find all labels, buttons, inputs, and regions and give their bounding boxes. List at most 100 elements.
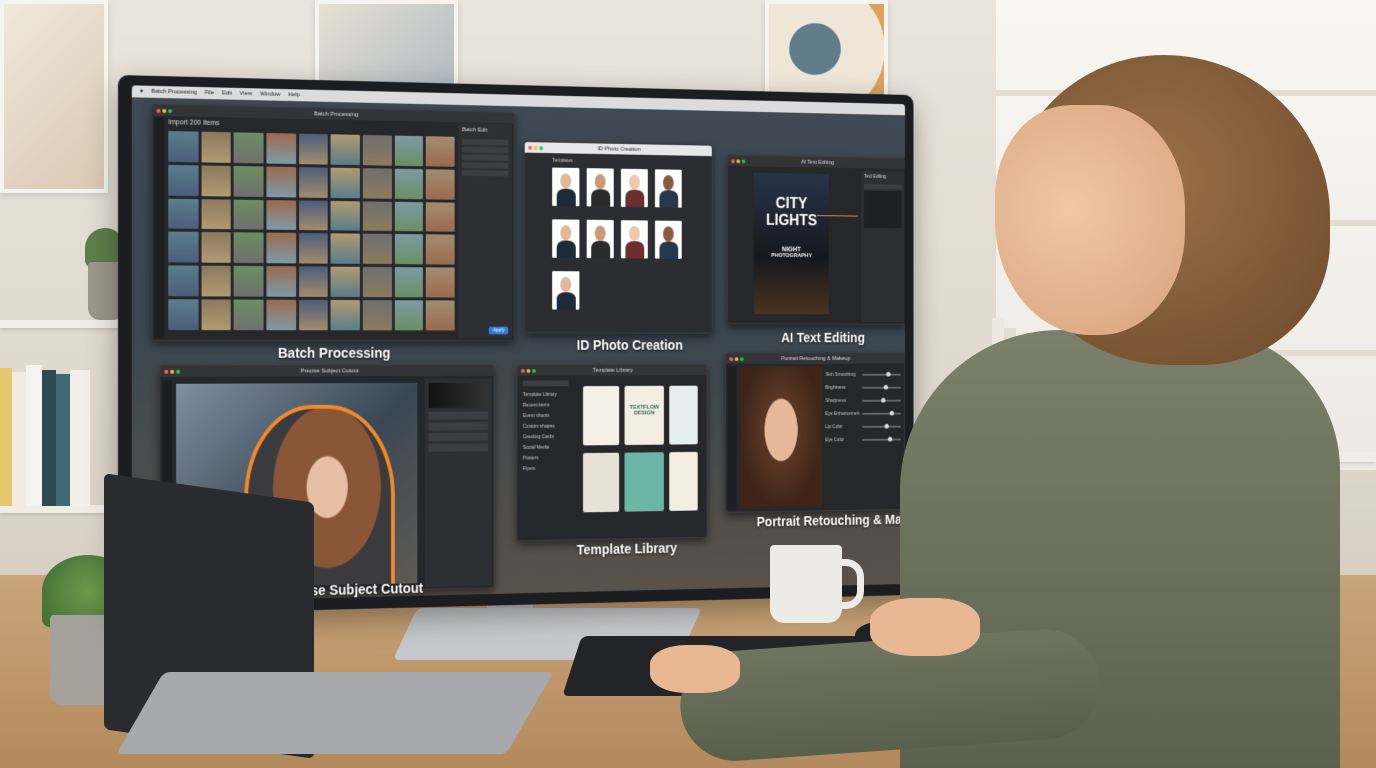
batch-edit-field[interactable] bbox=[462, 162, 508, 169]
id-photo-card[interactable] bbox=[655, 169, 682, 207]
batch-thumbnail[interactable] bbox=[331, 267, 360, 297]
retouch-slider[interactable]: Eye Color bbox=[825, 433, 900, 447]
template-search-input[interactable] bbox=[523, 380, 569, 386]
batch-thumbnail[interactable] bbox=[234, 233, 264, 264]
batch-thumbnail[interactable] bbox=[299, 233, 328, 264]
template-card[interactable] bbox=[669, 386, 697, 445]
retouch-slider[interactable]: Lip Color bbox=[825, 420, 900, 434]
batch-thumbnail[interactable] bbox=[299, 267, 328, 297]
layer-row[interactable] bbox=[429, 422, 488, 430]
menu-item-app[interactable]: Batch Processing bbox=[151, 89, 197, 96]
batch-thumbnail[interactable] bbox=[266, 266, 295, 297]
batch-thumbnail[interactable] bbox=[234, 266, 264, 297]
menu-item-help[interactable]: Help bbox=[288, 92, 300, 98]
batch-processing-window[interactable]: Batch Processing Import 200 Items Batch … bbox=[152, 104, 515, 341]
batch-thumbnail[interactable] bbox=[234, 132, 264, 163]
template-card[interactable] bbox=[583, 453, 619, 513]
batch-thumbnail[interactable] bbox=[299, 167, 328, 198]
batch-thumbnail[interactable] bbox=[331, 201, 360, 232]
template-category-item[interactable]: Greeting Cards bbox=[523, 434, 578, 445]
id-photo-window[interactable]: ID Photo Creation Templates bbox=[524, 141, 713, 334]
menu-item-window[interactable]: Window bbox=[260, 91, 281, 97]
batch-thumbnail[interactable] bbox=[168, 198, 198, 229]
template-category-item[interactable]: Recent items bbox=[523, 402, 578, 413]
batch-thumbnail[interactable] bbox=[299, 134, 328, 165]
batch-edit-field[interactable] bbox=[462, 170, 508, 177]
layer-row[interactable] bbox=[429, 412, 488, 420]
batch-edit-field[interactable] bbox=[462, 139, 508, 146]
batch-apply-button[interactable]: Apply bbox=[489, 327, 508, 335]
template-category-item[interactable]: Template Library bbox=[523, 392, 578, 403]
batch-thumbnail[interactable] bbox=[168, 165, 198, 196]
retouch-slider-knob[interactable] bbox=[889, 411, 893, 416]
retouch-slider[interactable]: Eye Enhancement bbox=[825, 407, 900, 421]
id-photo-card[interactable] bbox=[552, 219, 579, 258]
id-photo-card[interactable] bbox=[621, 220, 648, 258]
template-category-item[interactable]: Social Media bbox=[523, 445, 578, 456]
batch-thumbnail[interactable] bbox=[331, 234, 360, 264]
batch-thumbnail[interactable] bbox=[234, 199, 264, 230]
batch-thumbnail[interactable] bbox=[299, 200, 328, 231]
menu-item-view[interactable]: View bbox=[240, 91, 252, 97]
batch-thumbnail[interactable] bbox=[363, 267, 392, 297]
id-photo-card[interactable] bbox=[552, 168, 579, 207]
template-category-item[interactable]: Custom shapes bbox=[523, 423, 578, 434]
layer-row[interactable] bbox=[429, 443, 488, 451]
batch-thumbnail[interactable] bbox=[363, 300, 392, 330]
batch-edit-field[interactable] bbox=[462, 147, 508, 154]
batch-thumbnail[interactable] bbox=[266, 233, 295, 264]
batch-thumbnail[interactable] bbox=[299, 300, 328, 330]
batch-thumbnail[interactable] bbox=[201, 300, 231, 331]
batch-thumbnail[interactable] bbox=[168, 232, 198, 263]
batch-thumbnail[interactable] bbox=[266, 166, 295, 197]
batch-thumbnail[interactable] bbox=[426, 300, 455, 330]
batch-thumbnail[interactable] bbox=[331, 300, 360, 330]
batch-thumbnail[interactable] bbox=[331, 167, 360, 198]
retouch-slider[interactable]: Sharpness bbox=[825, 394, 900, 407]
template-card[interactable] bbox=[625, 452, 664, 511]
batch-thumbnail[interactable] bbox=[363, 234, 392, 264]
batch-thumbnail[interactable] bbox=[395, 300, 424, 330]
batch-thumbnail[interactable] bbox=[234, 166, 264, 197]
template-category-item[interactable]: Event shoots bbox=[523, 413, 578, 424]
layer-row[interactable] bbox=[429, 433, 488, 441]
retouch-slider[interactable]: Brightness bbox=[825, 381, 900, 394]
batch-thumbnail[interactable] bbox=[201, 232, 231, 263]
batch-thumbnail[interactable] bbox=[201, 165, 231, 196]
batch-thumbnail[interactable] bbox=[363, 135, 392, 166]
retouch-slider-knob[interactable] bbox=[886, 372, 890, 377]
batch-thumbnail[interactable] bbox=[395, 267, 424, 297]
menu-item-file[interactable]: File bbox=[205, 90, 214, 96]
id-photo-card[interactable] bbox=[587, 220, 614, 258]
apple-icon[interactable]: ● bbox=[140, 89, 144, 95]
batch-thumbnail[interactable] bbox=[395, 201, 424, 231]
template-category-item[interactable]: Flyers bbox=[523, 466, 578, 477]
batch-thumbnail[interactable] bbox=[201, 199, 231, 230]
batch-thumbnail[interactable] bbox=[426, 235, 455, 265]
batch-thumbnail[interactable] bbox=[266, 133, 295, 164]
batch-thumbnail[interactable] bbox=[168, 131, 198, 162]
batch-thumbnail[interactable] bbox=[426, 268, 455, 298]
batch-thumbnail[interactable] bbox=[395, 234, 424, 264]
batch-thumbnail[interactable] bbox=[266, 200, 295, 231]
batch-thumbnail[interactable] bbox=[201, 266, 231, 297]
retouch-slider-knob[interactable] bbox=[883, 385, 887, 390]
menu-item-edit[interactable]: Edit bbox=[222, 91, 232, 97]
id-photo-card[interactable] bbox=[621, 169, 648, 207]
batch-thumbnail[interactable] bbox=[426, 202, 455, 232]
text-preview-box[interactable] bbox=[864, 191, 902, 229]
template-card[interactable] bbox=[583, 386, 619, 445]
batch-thumbnail[interactable] bbox=[395, 169, 424, 199]
batch-thumbnail[interactable] bbox=[426, 169, 455, 199]
template-card-textflow[interactable]: TEXTFLOW DESIGN bbox=[625, 386, 664, 445]
retouch-slider-knob[interactable] bbox=[888, 437, 892, 442]
batch-thumbnail[interactable] bbox=[201, 132, 231, 163]
template-card[interactable] bbox=[669, 452, 697, 511]
id-photo-card[interactable] bbox=[552, 271, 579, 309]
batch-edit-field[interactable] bbox=[462, 154, 508, 161]
template-category-item[interactable]: Posters bbox=[523, 455, 578, 466]
batch-thumbnail[interactable] bbox=[168, 299, 198, 330]
template-library-window[interactable]: Template Library Template Library Recent … bbox=[516, 364, 707, 541]
batch-thumbnail[interactable] bbox=[234, 300, 264, 331]
batch-thumbnail[interactable] bbox=[363, 201, 392, 231]
